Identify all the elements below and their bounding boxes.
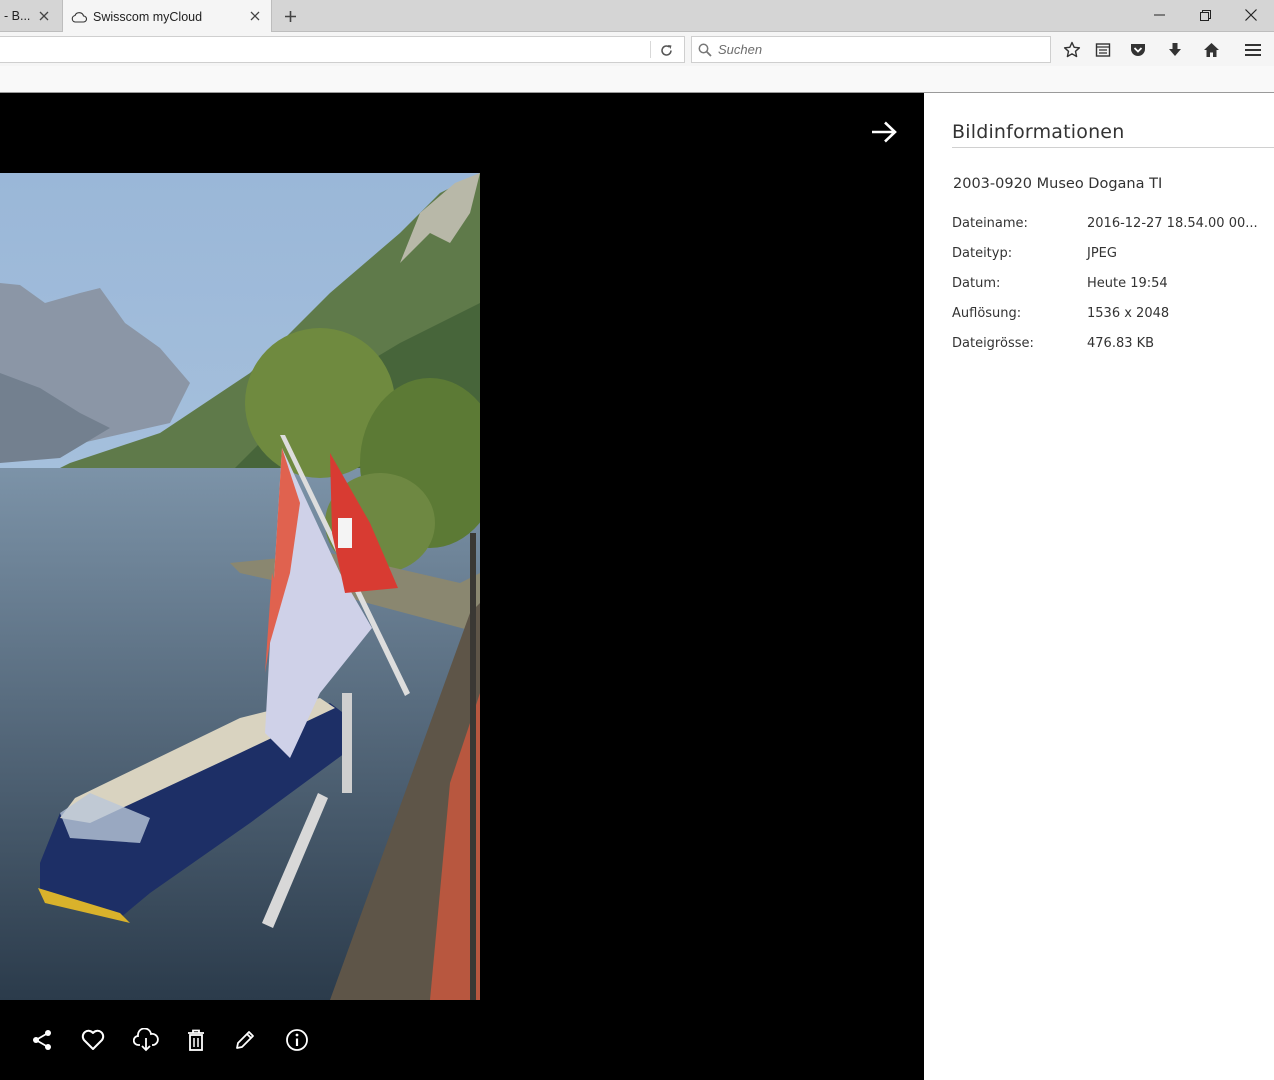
menu-hamburger-icon[interactable]	[1242, 39, 1264, 61]
photo-image[interactable]	[0, 173, 480, 1000]
navigation-toolbar	[0, 32, 1274, 66]
tab-label: - B...	[4, 9, 31, 23]
info-value: 1536 x 2048	[1087, 306, 1170, 321]
url-bar[interactable]	[0, 36, 685, 63]
next-arrow-icon[interactable]	[869, 120, 899, 144]
photo-viewer	[0, 93, 924, 1080]
download-icon[interactable]	[133, 1027, 159, 1053]
tab-strip: - B... Swisscom myCloud	[0, 0, 1274, 33]
home-icon[interactable]	[1200, 39, 1222, 61]
search-bar[interactable]	[691, 36, 1051, 63]
close-tab-icon[interactable]	[247, 8, 263, 24]
cloud-icon	[71, 9, 87, 25]
info-key: Auflösung:	[952, 306, 1022, 321]
info-key: Dateiname:	[952, 216, 1028, 231]
reload-icon[interactable]	[658, 42, 674, 58]
share-icon[interactable]	[29, 1027, 55, 1053]
heart-icon[interactable]	[80, 1027, 106, 1053]
info-key: Datum:	[952, 276, 1001, 291]
pocket-icon[interactable]	[1127, 39, 1149, 61]
pencil-icon[interactable]	[232, 1027, 258, 1053]
panel-divider	[952, 147, 1274, 148]
search-icon	[698, 42, 714, 58]
new-tab-icon[interactable]	[280, 6, 300, 26]
info-icon[interactable]	[284, 1027, 310, 1053]
info-key: Dateigrösse:	[952, 336, 1034, 351]
trash-icon[interactable]	[183, 1027, 209, 1053]
tab-label: Swisscom myCloud	[93, 9, 203, 24]
image-info-panel: Bildinformationen 2003-0920 Museo Dogana…	[924, 93, 1274, 1080]
info-key: Dateityp:	[952, 246, 1013, 261]
minimize-icon[interactable]	[1136, 0, 1182, 30]
info-value: 476.83 KB	[1087, 336, 1155, 351]
panel-title: Bildinformationen	[952, 121, 1125, 143]
file-title: 2003-0920 Museo Dogana TI	[953, 176, 1163, 192]
restore-icon[interactable]	[1182, 0, 1228, 30]
info-value: 2016-12-27 18.54.00 00...	[1087, 216, 1258, 231]
info-value: JPEG	[1087, 246, 1117, 261]
close-tab-icon[interactable]	[36, 8, 52, 24]
tab-swisscom-mycloud[interactable]: Swisscom myCloud	[62, 0, 272, 33]
search-input[interactable]	[718, 42, 1038, 57]
downloads-icon[interactable]	[1164, 39, 1186, 61]
urlbar-divider	[650, 41, 651, 58]
bookmarks-toolbar	[0, 66, 1274, 93]
info-value: Heute 19:54	[1087, 276, 1168, 291]
tab-previous[interactable]: - B...	[0, 0, 60, 32]
reading-list-icon[interactable]	[1092, 39, 1114, 61]
close-window-icon[interactable]	[1228, 0, 1274, 30]
bookmark-star-icon[interactable]	[1061, 39, 1083, 61]
